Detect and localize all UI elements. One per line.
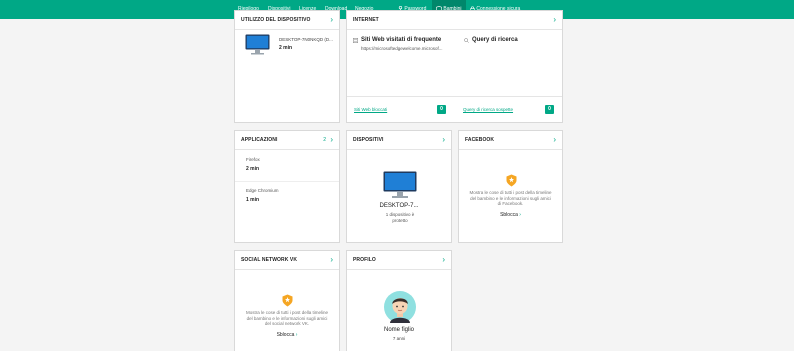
visited-sites-title: Siti Web visitati di frequente xyxy=(361,37,442,43)
profile-card: PROFILO › Nome figlio 7 anni xyxy=(346,250,452,351)
chevron-right-icon: › xyxy=(442,255,445,264)
app-name: Firefox xyxy=(246,157,260,162)
avatar xyxy=(384,291,416,323)
facebook-unlock-button[interactable]: Sblocca › xyxy=(459,212,562,218)
premium-badge-icon xyxy=(282,294,293,307)
app-time: 1 min xyxy=(246,197,260,203)
devices-title: DISPOSITIVI xyxy=(353,137,384,143)
app-name: Edge Chromium xyxy=(246,188,279,193)
device-usage-card: UTILIZZO DEL DISPOSITIVO › DESKTOP-7N0NK… xyxy=(234,10,340,123)
chevron-right-icon: › xyxy=(442,135,445,144)
app-time: 2 min xyxy=(246,166,260,172)
suspicious-queries-link[interactable]: Query di ricerca sospette xyxy=(463,107,513,112)
blocked-sites-count: 0 xyxy=(437,105,446,114)
premium-badge-icon xyxy=(506,174,517,187)
search-icon xyxy=(464,38,469,43)
vk-card: SOCIAL NETWORK VK › Mostra le cose di tu… xyxy=(234,250,340,351)
devices-header[interactable]: DISPOSITIVI › xyxy=(347,131,451,150)
chevron-right-icon: › xyxy=(330,135,333,144)
divider xyxy=(347,96,562,97)
visited-site-url[interactable]: https://microsoftedgewelcome.microsof... xyxy=(361,46,443,51)
profile-title: PROFILO xyxy=(353,257,376,263)
applications-count: 2 xyxy=(323,137,326,143)
facebook-description: Mostra le cose di tutti i post della tim… xyxy=(469,190,552,206)
chevron-right-icon: › xyxy=(330,255,333,264)
vk-title: SOCIAL NETWORK VK xyxy=(241,257,298,263)
monitor-icon xyxy=(383,171,417,198)
chevron-right-icon: › xyxy=(553,15,556,24)
internet-header[interactable]: INTERNET › xyxy=(347,11,562,30)
list-icon xyxy=(353,38,358,43)
suspicious-queries-count: 0 xyxy=(545,105,554,114)
vk-header[interactable]: SOCIAL NETWORK VK › xyxy=(235,251,339,270)
device-usage-header[interactable]: UTILIZZO DEL DISPOSITIVO › xyxy=(235,11,339,30)
devices-device-name: DESKTOP-7... xyxy=(379,203,419,209)
applications-title: APPLICAZIONI xyxy=(241,137,278,143)
blocked-sites-link[interactable]: Siti Web bloccati xyxy=(354,107,387,112)
vk-unlock-label: Sblocca xyxy=(276,332,295,338)
chevron-right-icon: › xyxy=(295,332,298,338)
devices-card: DISPOSITIVI › DESKTOP-7... 1 dispositivo… xyxy=(346,130,452,243)
list-item[interactable]: Edge Chromium 1 min xyxy=(235,183,339,213)
facebook-header[interactable]: FACEBOOK › xyxy=(459,131,562,150)
internet-title: INTERNET xyxy=(353,17,379,23)
profile-age: 7 anni xyxy=(392,336,406,341)
list-item[interactable]: Firefox 2 min xyxy=(235,152,339,182)
devices-protected-text: 1 dispositivo è protetto xyxy=(385,212,415,223)
facebook-unlock-label: Sblocca xyxy=(500,212,518,218)
monitor-icon xyxy=(245,34,270,55)
device-usage-time: 2 min xyxy=(279,45,293,51)
applications-card: APPLICAZIONI 2 › Firefox 2 min Edge Chro… xyxy=(234,130,340,243)
vk-unlock-button[interactable]: Sblocca › xyxy=(235,332,339,338)
device-usage-title: UTILIZZO DEL DISPOSITIVO xyxy=(241,17,311,23)
facebook-card: FACEBOOK › Mostra le cose di tutti i pos… xyxy=(458,130,563,243)
search-queries-title: Query di ricerca xyxy=(472,37,518,43)
chevron-right-icon: › xyxy=(519,212,521,218)
applications-header[interactable]: APPLICAZIONI 2 › xyxy=(235,131,339,150)
vk-description: Mostra le cose di tutti i post della tim… xyxy=(245,310,329,326)
device-usage-device-name: DESKTOP-7N0NKQD (D... xyxy=(279,37,333,42)
facebook-title: FACEBOOK xyxy=(465,137,495,143)
profile-name: Nome figlio xyxy=(383,327,414,333)
profile-header[interactable]: PROFILO › xyxy=(347,251,451,270)
chevron-right-icon: › xyxy=(553,135,556,144)
internet-card: INTERNET › Siti Web visitati di frequent… xyxy=(346,10,563,123)
chevron-right-icon: › xyxy=(330,15,333,24)
